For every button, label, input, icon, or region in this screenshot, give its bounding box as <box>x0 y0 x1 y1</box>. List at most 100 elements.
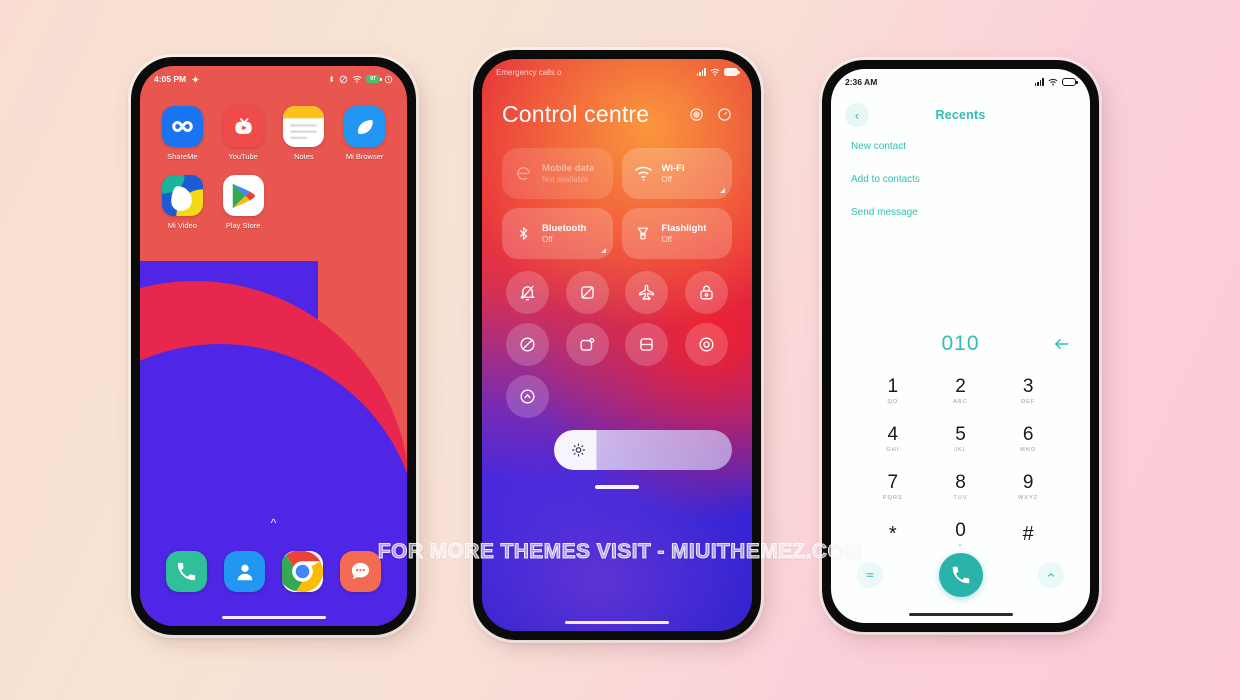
key-star[interactable]: * <box>859 518 927 552</box>
mi-browser-icon <box>344 106 386 147</box>
dialpad: 1 QO 2 ABC 3 DEF 4 GHI 5 JKL 6 MNO 7 PQRS 8 TUV … <box>831 374 1090 552</box>
tile-expand-icon[interactable] <box>600 248 606 253</box>
mute-icon <box>339 75 348 83</box>
key-0[interactable]: 0 + <box>927 518 995 552</box>
call-button[interactable] <box>938 553 983 597</box>
brightness-row <box>502 428 732 471</box>
toggle-screen-lock[interactable] <box>685 271 729 314</box>
screen-lock-icon <box>700 285 713 300</box>
split-screen-icon <box>640 338 654 351</box>
toggle-airplane-mode[interactable] <box>625 271 669 314</box>
status-bar: 4:05 PM 97 <box>140 66 407 92</box>
tile-title: Mobile data <box>542 163 595 174</box>
tile-title: Wi-Fi <box>661 163 685 174</box>
toggle-reading-mode[interactable] <box>685 323 729 366</box>
status-bar: Emergency calls o <box>482 59 752 85</box>
signal-icon <box>696 68 706 76</box>
key-digit: 8 <box>955 472 966 493</box>
toggle-split-screen[interactable] <box>625 323 669 366</box>
phone3-screen: 2:36 AM ‹ Recents New contact Add to con… <box>831 69 1090 623</box>
app-youtube[interactable]: YouTube <box>213 106 274 161</box>
phone-dialer: 2:36 AM ‹ Recents New contact Add to con… <box>819 57 1102 635</box>
do-not-disturb-icon <box>520 337 535 352</box>
tile-wifi[interactable]: Wi-Fi Off <box>621 148 732 199</box>
key-digit: # <box>1022 522 1034 545</box>
phone-icon[interactable] <box>166 551 208 592</box>
messages-icon[interactable] <box>339 551 381 592</box>
contacts-icon[interactable] <box>224 551 266 592</box>
tile-mobile-data[interactable]: Mobile data Not available <box>502 148 613 199</box>
toggle-cast[interactable] <box>505 375 549 418</box>
settings-icon[interactable] <box>689 107 704 122</box>
tile-state: Off <box>661 235 673 244</box>
page-title: Control centre <box>502 101 650 127</box>
mobile-data-icon <box>514 164 533 183</box>
alarm-icon <box>384 75 393 83</box>
phone-home-screen: 4:05 PM 97 ShareMe YouTube Notes Mi Brow… <box>128 54 419 638</box>
toggle-do-not-disturb[interactable] <box>505 323 549 366</box>
app-shareme[interactable]: ShareMe <box>152 106 213 161</box>
phone2-screen: Emergency calls o Control centre Mobile … <box>482 59 752 631</box>
app-drawer-arrow-icon[interactable]: ^ <box>140 516 407 530</box>
cast-icon <box>520 389 535 404</box>
app-label: Notes <box>294 152 314 161</box>
backspace-icon[interactable] <box>1053 337 1070 351</box>
home-indicator <box>908 612 1013 616</box>
key-1[interactable]: 1 QO <box>859 374 927 408</box>
tile-expand-icon[interactable] <box>720 188 725 193</box>
app-label: Play Store <box>225 221 261 230</box>
key-6[interactable]: 6 MNO <box>994 422 1062 456</box>
key-hash[interactable]: # <box>994 518 1062 552</box>
tile-state: Off <box>542 235 553 244</box>
key-8[interactable]: 8 TUV <box>927 470 995 504</box>
key-letters: ABC <box>953 399 968 405</box>
key-letters: TUV <box>953 495 968 501</box>
key-5[interactable]: 5 JKL <box>927 422 995 456</box>
shareme-icon <box>161 106 203 147</box>
notes-icon <box>283 106 325 147</box>
control-centre-header: Control centre <box>502 101 732 128</box>
home-indicator <box>565 620 669 624</box>
link-new-contact[interactable]: New contact <box>851 141 920 152</box>
link-send-message[interactable]: Send message <box>851 207 920 218</box>
key-4[interactable]: 4 GHI <box>859 422 927 456</box>
key-3[interactable]: 3 DEF <box>994 374 1062 408</box>
key-7[interactable]: 7 PQRS <box>859 470 927 504</box>
toggle-screenshot[interactable] <box>565 271 609 314</box>
app-label: Mi Browser <box>345 152 384 161</box>
volume-icon <box>192 75 199 83</box>
app-mi-browser[interactable]: Mi Browser <box>334 106 395 161</box>
app-notes[interactable]: Notes <box>274 106 335 161</box>
chrome-icon[interactable] <box>281 551 323 592</box>
quick-toggle-tiles: Mobile data Not available Wi-Fi Off Blue… <box>502 148 732 259</box>
key-digit: 9 <box>1022 472 1034 493</box>
key-digit: 3 <box>1022 376 1034 397</box>
power-icon[interactable] <box>717 107 732 122</box>
key-2[interactable]: 2 ABC <box>927 374 995 408</box>
chevron-up-icon[interactable] <box>1038 562 1064 588</box>
brightness-slider[interactable] <box>554 429 732 470</box>
battery-icon <box>1062 78 1078 86</box>
carrier-label: Emergency calls o <box>496 67 562 77</box>
app-play-store[interactable]: Play Store <box>213 175 274 230</box>
status-bar: 2:36 AM <box>831 69 1090 95</box>
control-centre: Control centre Mobile data Not available <box>482 59 752 631</box>
link-add-to-contacts[interactable]: Add to contacts <box>851 174 920 185</box>
key-9[interactable]: 9 WXYZ <box>994 470 1062 504</box>
signal-icon <box>1034 78 1044 86</box>
tile-flashlight[interactable]: Flashlight Off <box>621 208 732 259</box>
tile-bluetooth[interactable]: Bluetooth Off <box>502 208 613 259</box>
app-mi-video[interactable]: Mi Video <box>152 175 213 230</box>
battery-level: 97 <box>370 76 376 82</box>
toggle-screen-recorder[interactable] <box>565 323 609 366</box>
bluetooth-icon <box>514 224 533 243</box>
reading-mode-icon <box>699 337 714 352</box>
app-label: YouTube <box>228 152 258 161</box>
wifi-icon <box>1048 78 1058 86</box>
menu-icon[interactable] <box>857 562 883 588</box>
phone1-screen: 4:05 PM 97 ShareMe YouTube Notes Mi Brow… <box>140 66 407 626</box>
key-letters: WXYZ <box>1018 495 1039 501</box>
toggle-silent[interactable] <box>505 271 549 314</box>
wifi-icon <box>634 164 653 183</box>
drag-handle[interactable] <box>595 485 639 489</box>
